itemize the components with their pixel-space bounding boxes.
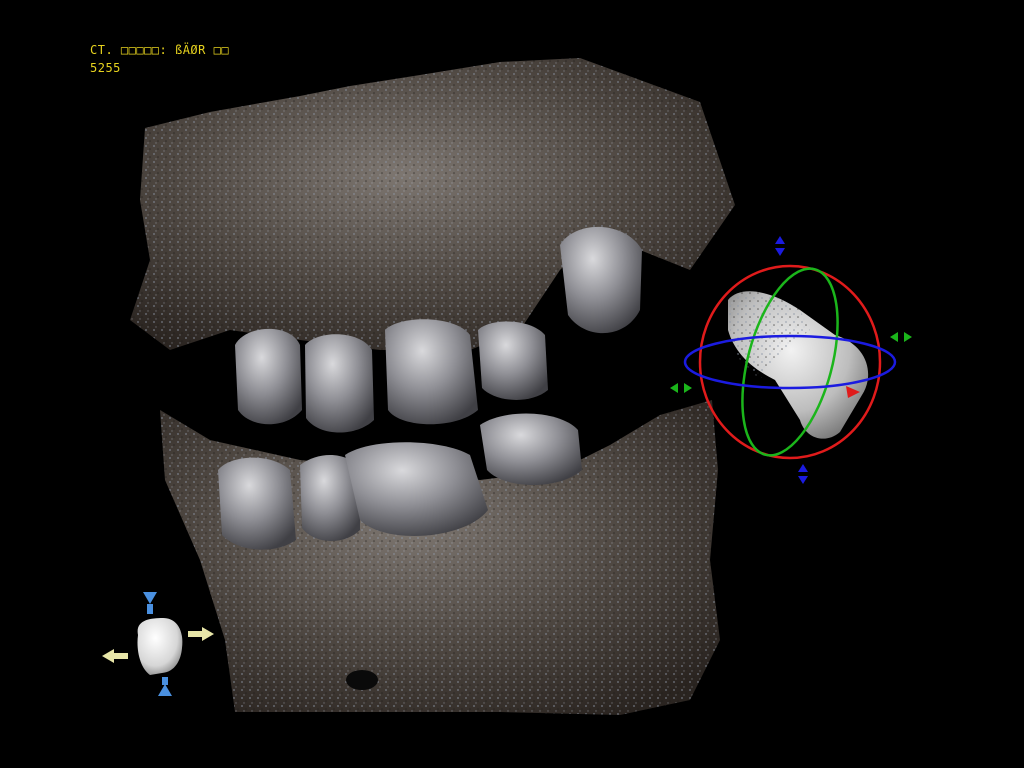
axis-down-arrow-icon[interactable] [798,464,808,484]
head-orientation-icon[interactable] [102,592,214,696]
volume-render-scene [102,58,912,715]
upper-jaw-bone [130,58,735,350]
orient-down-arrow-icon[interactable] [158,677,172,696]
orient-left-arrow-icon[interactable] [102,649,128,663]
selected-bone-fragment[interactable] [727,291,869,439]
axis-up-arrow-icon[interactable] [775,236,785,256]
3d-viewport[interactable]: CT. □□□□□: ßÄØR □□ 5255 [0,0,1024,768]
axis-right-arrow-icon[interactable] [890,332,912,342]
orient-right-arrow-icon[interactable] [188,627,214,641]
axis-left-arrow-icon[interactable] [670,383,692,393]
orient-up-arrow-icon[interactable] [143,592,157,614]
